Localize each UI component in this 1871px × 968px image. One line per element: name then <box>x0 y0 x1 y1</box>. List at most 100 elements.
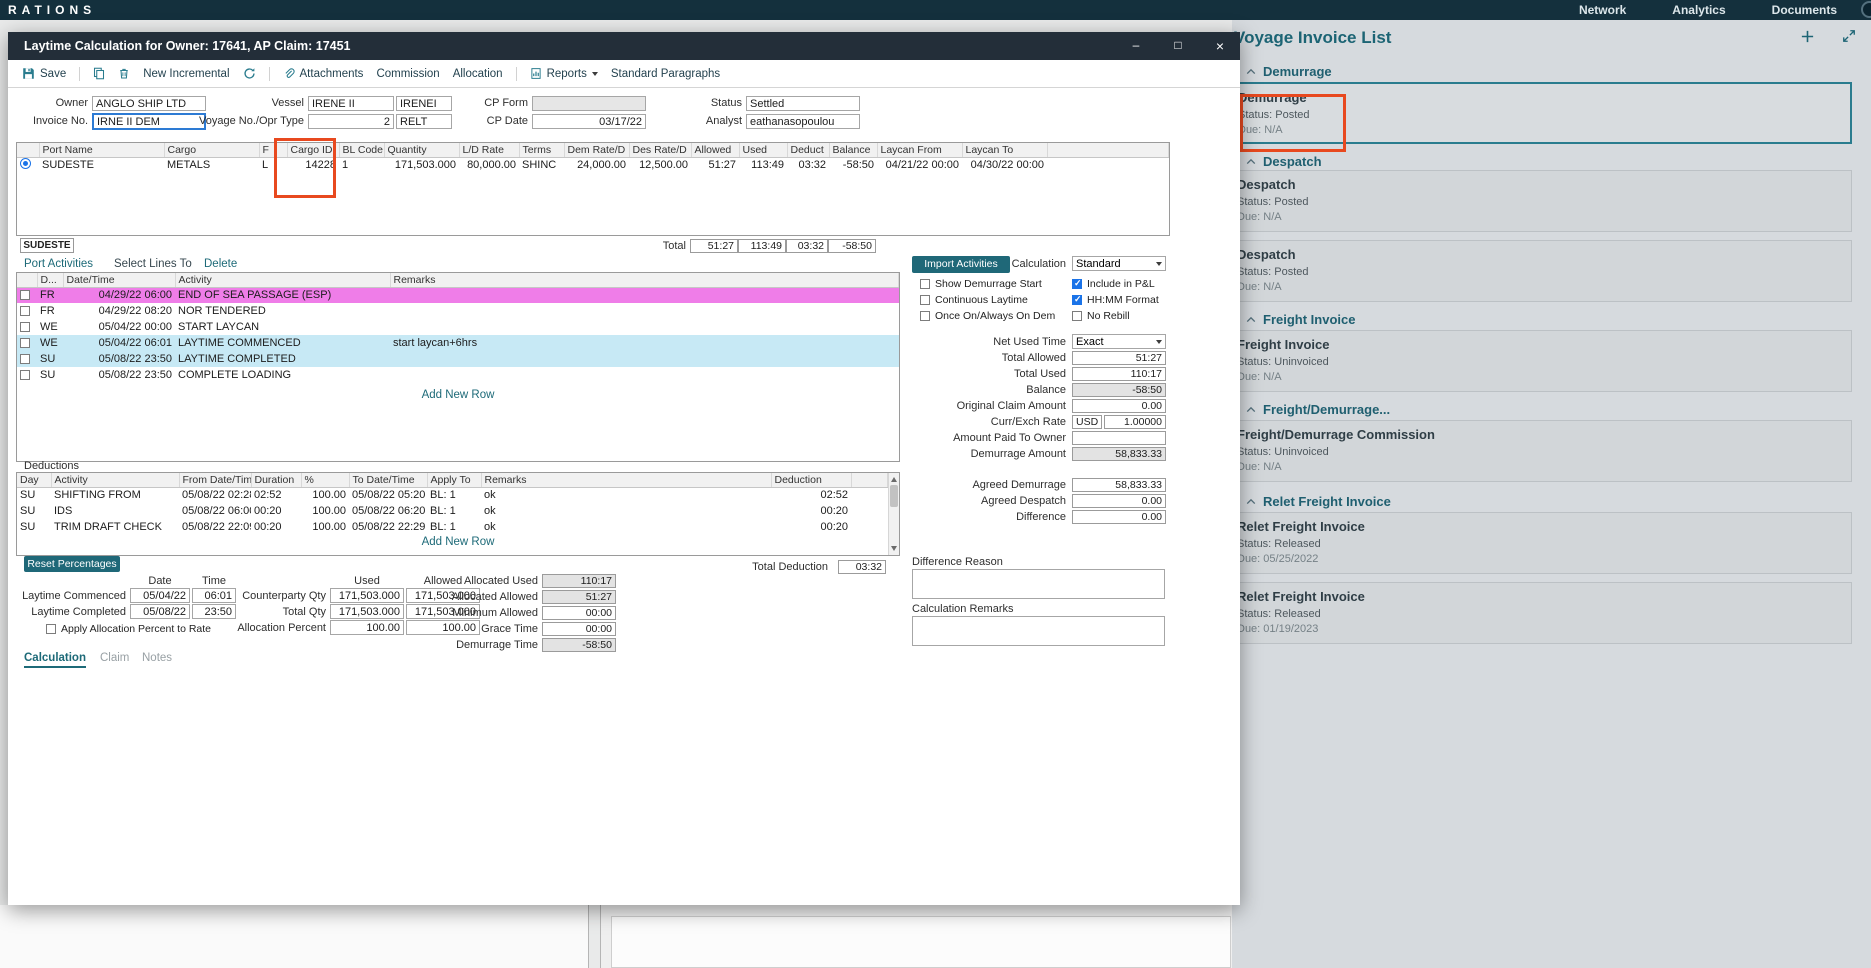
counterparty-used-field[interactable] <box>330 588 404 603</box>
invoice-card-despatch-1[interactable]: Despatch Status: Posted Due: N/A <box>1228 170 1852 232</box>
include-in-pnl-checkbox[interactable] <box>1072 278 1082 289</box>
total-qty-used-field[interactable] <box>330 604 404 619</box>
allocation-button[interactable]: Allocation <box>453 68 503 80</box>
activity-row[interactable]: FR 04/29/22 06:00 END OF SEA PASSAGE (ES… <box>17 287 899 303</box>
agreed-demurrage-field[interactable]: 58,833.33 <box>1072 478 1166 492</box>
difference-reason-textarea[interactable] <box>912 569 1165 599</box>
once-on-dem-checkbox[interactable] <box>920 311 930 321</box>
port-tab-sudeste[interactable]: SUDESTE <box>20 238 74 253</box>
invoice-no-field[interactable] <box>92 113 206 130</box>
analyst-field[interactable] <box>746 114 860 129</box>
once-on-dem-option[interactable]: Once On/Always On Dem <box>920 310 1055 322</box>
deduction-row[interactable]: SU TRIM DRAFT CHECK 05/08/22 22:09 00:20… <box>17 519 888 535</box>
amount-paid-field[interactable] <box>1072 431 1166 445</box>
laytime-commenced-date-field[interactable] <box>130 588 190 603</box>
continuous-laytime-checkbox[interactable] <box>920 295 930 305</box>
invoice-card-freight-demurrage-commission[interactable]: Freight/Demurrage Commission Status: Uni… <box>1228 420 1852 482</box>
group-freight-invoice[interactable]: Freight Invoice <box>1246 312 1355 327</box>
activity-row[interactable]: SU 05/08/22 23:50 LAYTIME COMPLETED <box>17 351 899 367</box>
activity-row[interactable]: WE 05/04/22 06:01 LAYTIME COMMENCED star… <box>17 335 899 351</box>
apply-allocation-checkbox[interactable] <box>46 624 56 634</box>
cp-form-field[interactable] <box>532 96 646 111</box>
tab-calculation[interactable]: Calculation <box>24 652 86 668</box>
row-radio[interactable] <box>20 158 31 170</box>
calculation-remarks-textarea[interactable] <box>912 616 1165 646</box>
show-demurrage-start-checkbox[interactable] <box>920 279 930 289</box>
grace-time-field[interactable]: 00:00 <box>542 622 616 636</box>
scroll-up-icon[interactable] <box>891 477 897 482</box>
refresh-button[interactable] <box>243 67 256 80</box>
vessel-field[interactable] <box>308 96 394 111</box>
maximize-button[interactable]: □ <box>1170 38 1186 52</box>
continuous-laytime-option[interactable]: Continuous Laytime <box>920 294 1028 306</box>
row-checkbox[interactable] <box>20 338 30 349</box>
owner-field[interactable] <box>92 96 206 111</box>
exch-rate-field[interactable]: 1.00000 <box>1104 415 1166 429</box>
original-claim-field[interactable]: 0.00 <box>1072 399 1166 413</box>
show-demurrage-start-option[interactable]: Show Demurrage Start <box>920 278 1042 290</box>
menu-documents[interactable]: Documents <box>1772 3 1837 17</box>
activity-row[interactable]: SU 05/08/22 23:50 COMPLETE LOADING <box>17 367 899 383</box>
voyage-no-field[interactable] <box>308 114 394 129</box>
cp-date-field[interactable] <box>532 114 646 129</box>
menu-analytics[interactable]: Analytics <box>1672 3 1725 17</box>
add-invoice-icon[interactable] <box>1800 29 1815 49</box>
net-used-time-dropdown[interactable]: Exact <box>1072 334 1166 349</box>
reset-percentages-button[interactable]: Reset Percentages <box>24 556 120 572</box>
group-despatch[interactable]: Despatch <box>1246 154 1322 169</box>
group-demurrage[interactable]: Demurrage <box>1246 64 1332 79</box>
close-button[interactable]: × <box>1212 38 1228 54</box>
dialog-titlebar[interactable]: Laytime Calculation for Owner: 17641, AP… <box>8 32 1240 60</box>
expand-icon[interactable] <box>1842 29 1856 48</box>
invoice-card-despatch-2[interactable]: Despatch Status: Posted Due: N/A <box>1228 240 1852 302</box>
deductions-add-new-row-link[interactable]: Add New Row <box>17 536 899 548</box>
agreed-despatch-field[interactable]: 0.00 <box>1072 494 1166 508</box>
copy-button[interactable] <box>93 67 105 80</box>
activity-row[interactable]: WE 05/04/22 00:00 START LAYCAN <box>17 319 899 335</box>
delete-button[interactable] <box>118 67 130 80</box>
invoice-card-relet-1[interactable]: Relet Freight Invoice Status: Released D… <box>1228 512 1852 574</box>
deductions-scrollbar[interactable] <box>888 473 899 555</box>
row-checkbox[interactable] <box>20 290 30 301</box>
hhmm-format-checkbox[interactable] <box>1072 294 1082 305</box>
vessel-code-field[interactable] <box>396 96 452 111</box>
opr-type-field[interactable] <box>396 114 452 129</box>
standard-paragraphs-button[interactable]: Standard Paragraphs <box>611 68 720 80</box>
user-avatar[interactable] <box>1861 1 1871 18</box>
select-lines-to-link[interactable]: Select Lines To <box>114 258 192 270</box>
scroll-down-icon[interactable] <box>891 546 897 551</box>
no-rebill-option[interactable]: No Rebill <box>1072 310 1130 322</box>
minimum-allowed-field[interactable]: 00:00 <box>542 606 616 620</box>
tab-notes[interactable]: Notes <box>142 652 172 664</box>
invoice-card-relet-2[interactable]: Relet Freight Invoice Status: Released D… <box>1228 582 1852 644</box>
attachments-button[interactable]: Attachments <box>283 67 363 80</box>
deduction-row[interactable]: SU SHIFTING FROM 05/08/22 02:28 02:52 10… <box>17 487 888 503</box>
apply-allocation-option[interactable]: Apply Allocation Percent to Rate <box>46 623 211 635</box>
deduction-row[interactable]: SU IDS 05/08/22 06:00 00:20 100.00 05/08… <box>17 503 888 519</box>
port-activities-link[interactable]: Port Activities <box>24 258 93 270</box>
row-checkbox[interactable] <box>20 322 30 333</box>
delete-link[interactable]: Delete <box>204 258 237 270</box>
row-checkbox[interactable] <box>20 370 30 381</box>
include-in-pnl-option[interactable]: Include in P&L <box>1072 278 1155 290</box>
group-freight-demurrage[interactable]: Freight/Demurrage... <box>1246 402 1390 417</box>
allocation-percent-used-field[interactable] <box>330 620 404 635</box>
activity-row[interactable]: FR 04/29/22 08:20 NOR TENDERED <box>17 303 899 319</box>
scrollbar-thumb[interactable] <box>890 485 898 507</box>
import-activities-button[interactable]: Import Activities <box>912 256 1010 273</box>
row-checkbox[interactable] <box>20 306 30 317</box>
new-incremental-button[interactable]: New Incremental <box>143 68 229 80</box>
save-button[interactable]: Save <box>22 67 66 80</box>
row-checkbox[interactable] <box>20 354 30 365</box>
cargo-grid-row[interactable]: SUDESTE METALS L 14228 1 171,503.000 80,… <box>17 157 1169 173</box>
status-field[interactable] <box>746 96 860 111</box>
tab-claim[interactable]: Claim <box>100 652 129 664</box>
laytime-completed-date-field[interactable] <box>130 604 190 619</box>
commission-button[interactable]: Commission <box>376 68 439 80</box>
hhmm-format-option[interactable]: HH:MM Format <box>1072 294 1159 306</box>
invoice-card-freight[interactable]: Freight Invoice Status: Uninvoiced Due: … <box>1228 330 1852 392</box>
activities-add-new-row-link[interactable]: Add New Row <box>17 389 899 401</box>
currency-field[interactable]: USD <box>1072 415 1102 429</box>
invoice-card-demurrage[interactable]: Demurrage Status: Posted Due: N/A <box>1228 82 1852 144</box>
group-relet-freight[interactable]: Relet Freight Invoice <box>1246 494 1391 509</box>
